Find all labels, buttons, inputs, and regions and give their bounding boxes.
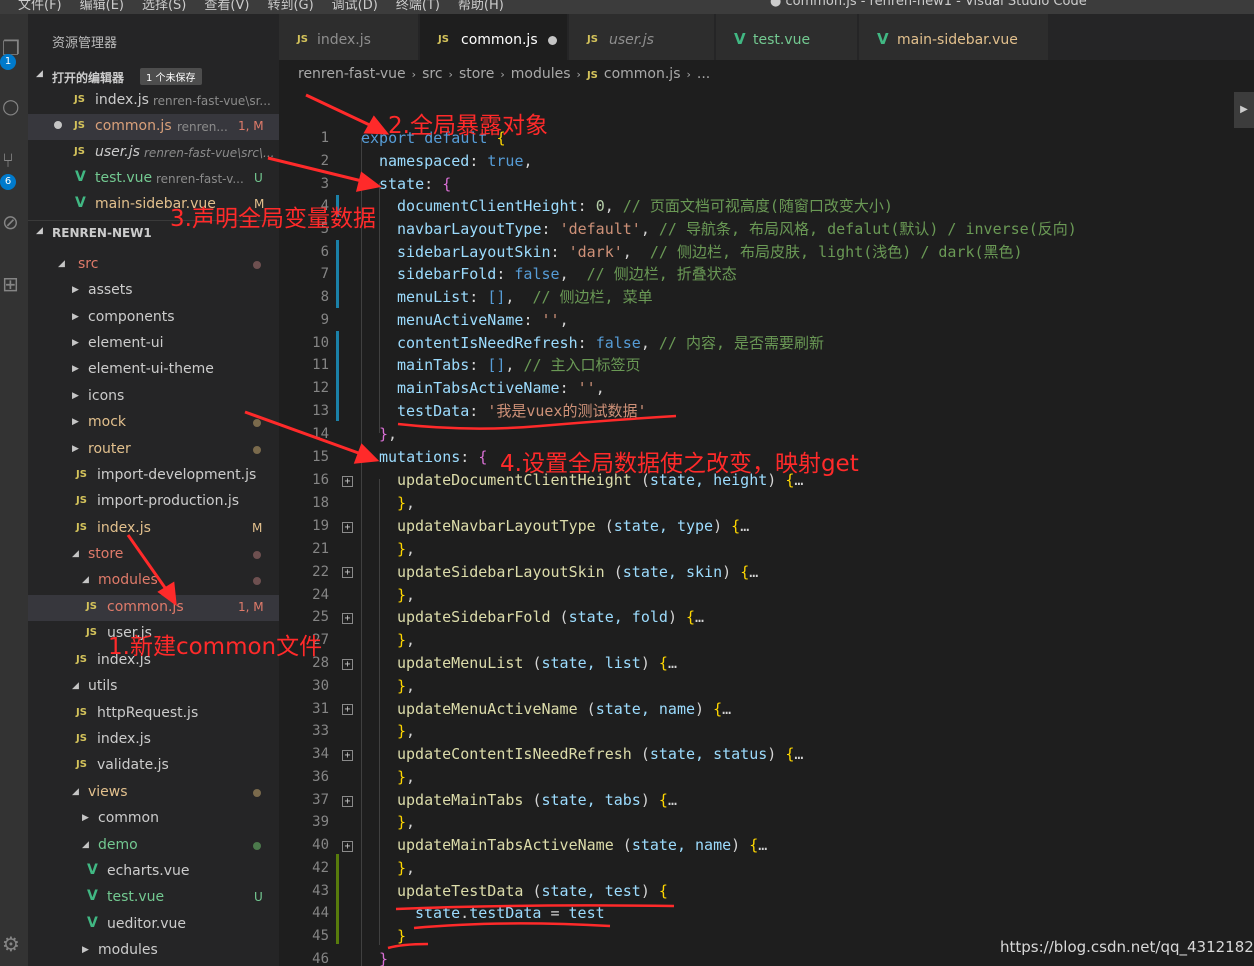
annotation-underline [413, 922, 611, 930]
annotation-arrow [126, 534, 170, 593]
annotation-arrowhead [363, 115, 390, 135]
annotation-arrow [305, 93, 377, 130]
annotation-step-3: 3.声明全局变量数据 [170, 206, 376, 232]
annotation-step-2: 2.全局暴露对象 [388, 113, 548, 139]
annotation-underline [397, 414, 677, 430]
annotation-arrowhead [353, 443, 380, 464]
annotation-arrow [244, 410, 365, 457]
watermark: https://blog.csdn.net/qq_43121828 [1000, 938, 1254, 956]
annotation-step-4: 4.设置全局数据使之改变，映射get [500, 451, 859, 477]
annotation-step-1: 1.新建common文件 [108, 634, 323, 660]
annotation-underline [387, 942, 429, 950]
annotation-underline [395, 904, 675, 911]
annotation-overlay [126, 93, 677, 950]
annotation-arrowhead [355, 171, 382, 192]
annotation-arrowhead [157, 581, 177, 607]
annotation-arrow [267, 156, 367, 184]
